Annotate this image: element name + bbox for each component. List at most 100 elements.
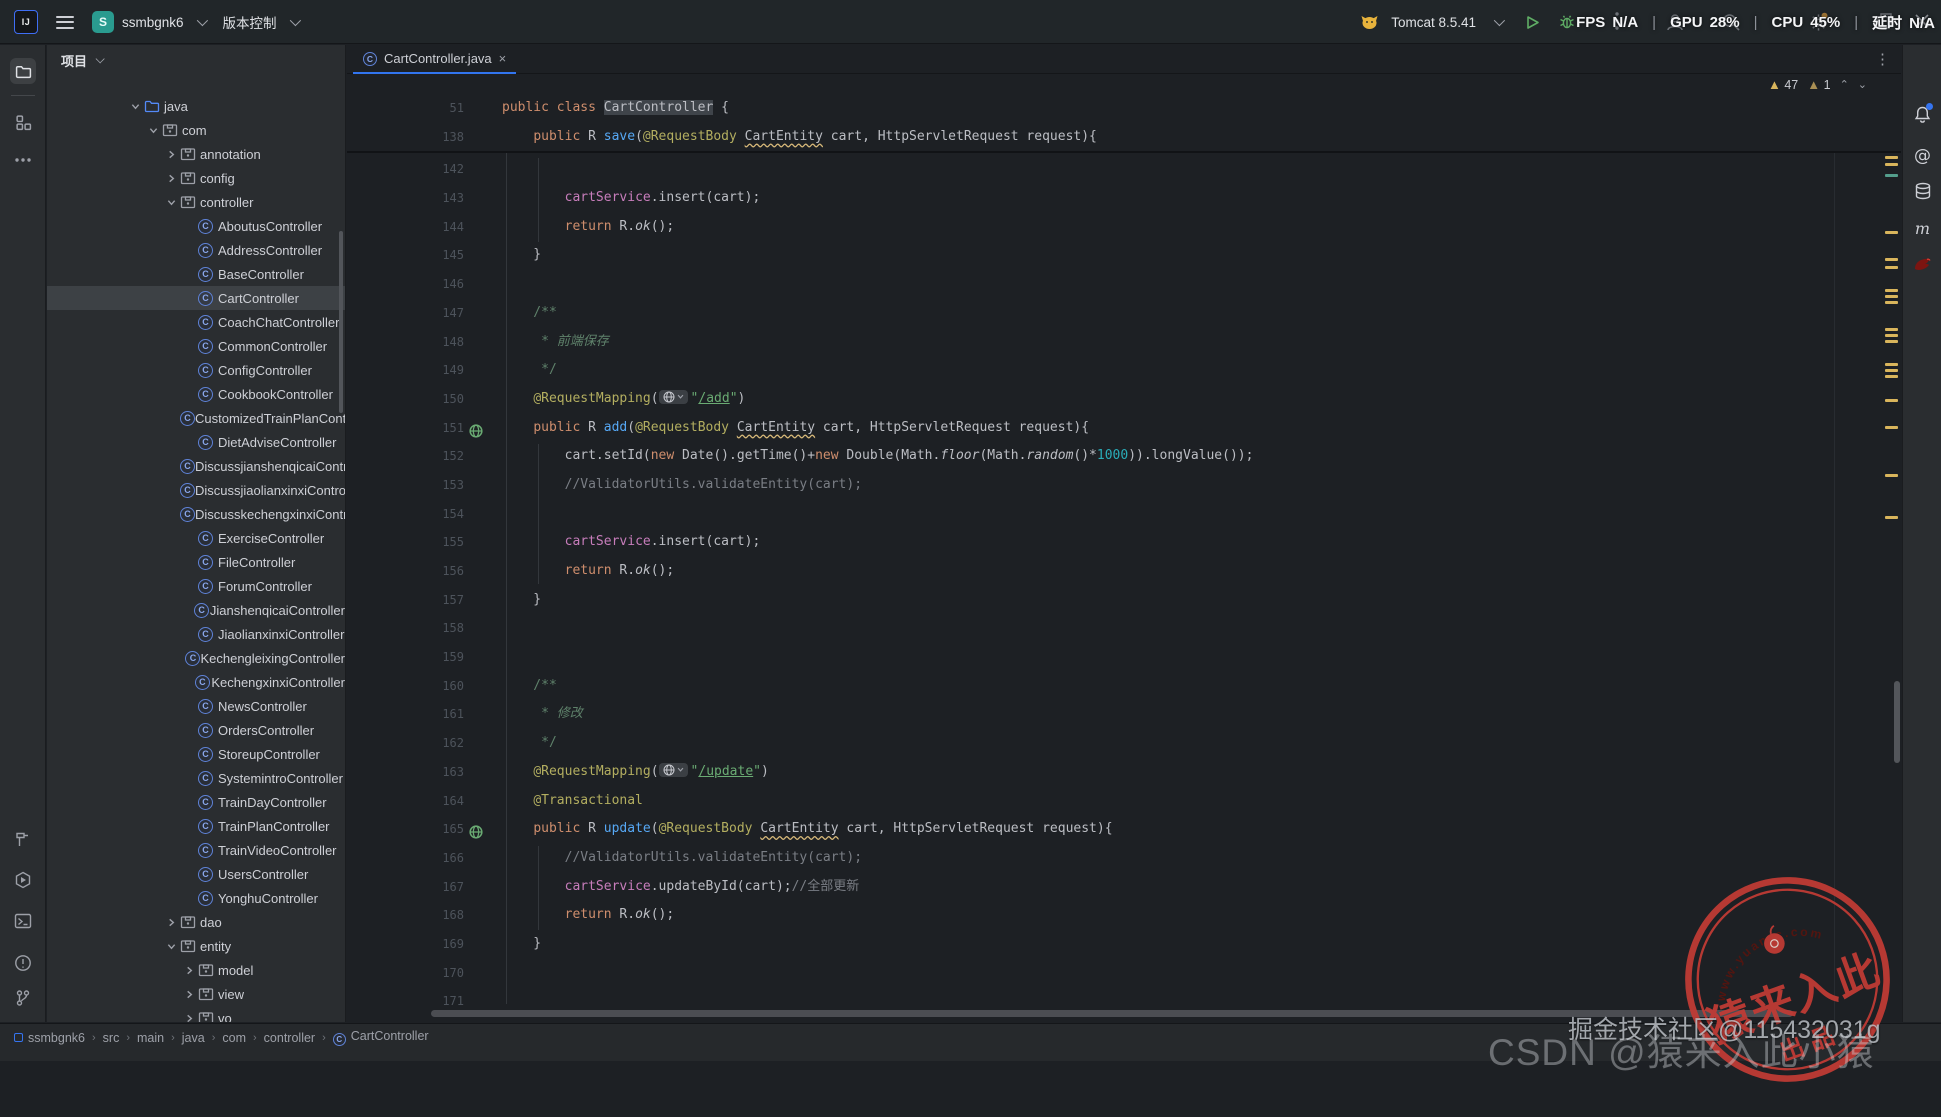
database-icon[interactable] xyxy=(1903,182,1941,202)
chevron-right-icon[interactable] xyxy=(180,990,198,999)
tree-item-KechengleixingController[interactable]: C KechengleixingController xyxy=(47,646,345,670)
tree-item-TrainDayController[interactable]: C TrainDayController xyxy=(47,790,345,814)
stripe-mark[interactable] xyxy=(1885,258,1898,261)
breadcrumb-item-java[interactable]: java xyxy=(182,1031,205,1045)
breadcrumb-item-src[interactable]: src xyxy=(103,1031,120,1045)
tab-cartcontroller[interactable]: C CartController.java × xyxy=(353,45,517,74)
tree-item-vo[interactable]: vo xyxy=(47,1006,345,1022)
ai-assistant-icon[interactable]: @ xyxy=(1903,146,1941,166)
stripe-mark[interactable] xyxy=(1885,363,1898,366)
tree-item-JiaolianxinxiController[interactable]: C JiaolianxinxiController xyxy=(47,622,345,646)
project-tool-button[interactable] xyxy=(10,58,36,84)
tree-item-UsersController[interactable]: C UsersController xyxy=(47,862,345,886)
tree-item-ForumController[interactable]: C ForumController xyxy=(47,574,345,598)
tree-item-config[interactable]: config xyxy=(47,166,345,190)
plugin-red-icon[interactable] xyxy=(1903,255,1941,273)
tree-item-YonghuController[interactable]: C YonghuController xyxy=(47,886,345,910)
breadcrumb-item-controller[interactable]: controller xyxy=(264,1031,315,1045)
tree-item-ExerciseController[interactable]: C ExerciseController xyxy=(47,526,345,550)
services-tool-button[interactable] xyxy=(10,867,36,893)
tree-item-FileController[interactable]: C FileController xyxy=(47,550,345,574)
stripe-mark[interactable] xyxy=(1885,426,1898,429)
vcs-widget[interactable]: 版本控制 xyxy=(223,12,301,32)
tree-item-CoachChatController[interactable]: C CoachChatController xyxy=(47,310,345,334)
problems-tool-button[interactable] xyxy=(10,950,36,976)
more-tools-button[interactable] xyxy=(10,147,36,173)
code-viewport[interactable]: ▲ 47 ▲ 1 ⌃ ⌄ 51 public class CartControl… xyxy=(347,74,1901,1022)
git-tool-button[interactable] xyxy=(10,985,36,1011)
endpoint-globe-icon[interactable] xyxy=(658,389,688,404)
chevron-right-icon[interactable] xyxy=(180,966,198,975)
stripe-mark[interactable] xyxy=(1885,474,1898,477)
run-button[interactable] xyxy=(1525,15,1540,30)
stripe-mark[interactable] xyxy=(1885,334,1898,337)
next-problem-icon[interactable]: ⌄ xyxy=(1858,78,1867,91)
tab-close-icon[interactable]: × xyxy=(499,52,507,65)
tree-item-TrainVideoController[interactable]: C TrainVideoController xyxy=(47,838,345,862)
tree-item-KechengxinxiController[interactable]: C KechengxinxiController xyxy=(47,670,345,694)
vertical-scrollbar[interactable] xyxy=(1894,681,1900,763)
tree-item-CommonController[interactable]: C CommonController xyxy=(47,334,345,358)
chevron-down-icon[interactable] xyxy=(126,102,144,111)
tree-item-OrdersController[interactable]: C OrdersController xyxy=(47,718,345,742)
breadcrumb-item-main[interactable]: main xyxy=(137,1031,164,1045)
stripe-mark[interactable] xyxy=(1885,174,1898,177)
tree-item-CustomizedTrainPlanController[interactable]: C CustomizedTrainPlanController xyxy=(47,406,345,430)
project-panel-header[interactable]: 项目 xyxy=(47,45,345,75)
project-tree-scrollbar[interactable] xyxy=(339,231,343,413)
tree-item-CookbookController[interactable]: C CookbookController xyxy=(47,382,345,406)
stripe-mark[interactable] xyxy=(1885,399,1898,402)
endpoint-globe-icon[interactable] xyxy=(658,762,688,777)
tree-item-DiscussjianshenqicaiController[interactable]: C DiscussjianshenqicaiController xyxy=(47,454,345,478)
stripe-mark[interactable] xyxy=(1885,295,1898,298)
tree-item-SystemintroController[interactable]: C SystemintroController xyxy=(47,766,345,790)
error-stripe[interactable] xyxy=(1883,74,1901,1022)
maven-icon[interactable]: m xyxy=(1903,219,1941,238)
stripe-mark[interactable] xyxy=(1885,340,1898,343)
project-widget[interactable]: S ssmbgnk6 xyxy=(92,11,208,33)
tree-item-DiscussjiaolianxinxiController[interactable]: C DiscussjiaolianxinxiController xyxy=(47,478,345,502)
breadcrumb-item-CartController[interactable]: C CartController xyxy=(332,1029,429,1046)
stripe-mark[interactable] xyxy=(1885,163,1898,166)
stripe-mark[interactable] xyxy=(1885,266,1898,269)
terminal-tool-button[interactable] xyxy=(10,908,36,934)
build-tool-button[interactable] xyxy=(10,827,36,853)
stripe-mark[interactable] xyxy=(1885,516,1898,519)
notifications-bell-icon[interactable] xyxy=(1903,103,1941,124)
chevron-down-icon[interactable] xyxy=(144,126,162,135)
tree-item-AboutusController[interactable]: C AboutusController xyxy=(47,214,345,238)
run-configuration[interactable]: Tomcat 8.5.41 xyxy=(1391,15,1476,30)
tree-item-JianshenqicaiController[interactable]: C JianshenqicaiController xyxy=(47,598,345,622)
tree-item-DietAdviseController[interactable]: C DietAdviseController xyxy=(47,430,345,454)
chevron-right-icon[interactable] xyxy=(162,150,180,159)
stripe-mark[interactable] xyxy=(1885,289,1898,292)
stripe-mark[interactable] xyxy=(1885,369,1898,372)
tree-item-com[interactable]: com xyxy=(47,118,345,142)
tree-item-BaseController[interactable]: C BaseController xyxy=(47,262,345,286)
chevron-right-icon[interactable] xyxy=(162,174,180,183)
chevron-down-icon[interactable] xyxy=(162,198,180,207)
tree-item-java[interactable]: java xyxy=(47,94,345,118)
stripe-mark[interactable] xyxy=(1885,375,1898,378)
breadcrumb-item-ssmbgnk6[interactable]: ssmbgnk6 xyxy=(14,1031,85,1045)
stripe-mark[interactable] xyxy=(1885,156,1898,159)
stripe-mark[interactable] xyxy=(1885,301,1898,304)
tree-item-annotation[interactable]: annotation xyxy=(47,142,345,166)
breadcrumb-item-com[interactable]: com xyxy=(222,1031,246,1045)
tree-item-controller[interactable]: controller xyxy=(47,190,345,214)
tree-item-AddressController[interactable]: C AddressController xyxy=(47,238,345,262)
tree-item-model[interactable]: model xyxy=(47,958,345,982)
tree-item-ConfigController[interactable]: C ConfigController xyxy=(47,358,345,382)
tree-item-CartController[interactable]: C CartController xyxy=(47,286,345,310)
tree-item-entity[interactable]: entity xyxy=(47,934,345,958)
tree-item-NewsController[interactable]: C NewsController xyxy=(47,694,345,718)
tree-item-dao[interactable]: dao xyxy=(47,910,345,934)
prev-problem-icon[interactable]: ⌃ xyxy=(1840,78,1849,91)
chevron-right-icon[interactable] xyxy=(180,1014,198,1023)
structure-tool-button[interactable] xyxy=(10,109,36,135)
tree-item-TrainPlanController[interactable]: C TrainPlanController xyxy=(47,814,345,838)
horizontal-scrollbar[interactable] xyxy=(431,1010,1793,1017)
stripe-mark[interactable] xyxy=(1885,328,1898,331)
chevron-down-icon[interactable] xyxy=(162,942,180,951)
tree-item-StoreupController[interactable]: C StoreupController xyxy=(47,742,345,766)
